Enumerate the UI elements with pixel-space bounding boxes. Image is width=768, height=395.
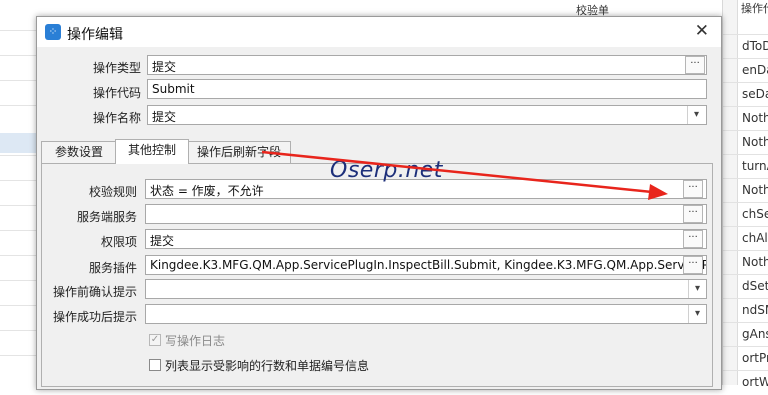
annotation-arrow (261, 150, 668, 200)
tab-other-controls[interactable]: 其他控制 (115, 139, 189, 164)
